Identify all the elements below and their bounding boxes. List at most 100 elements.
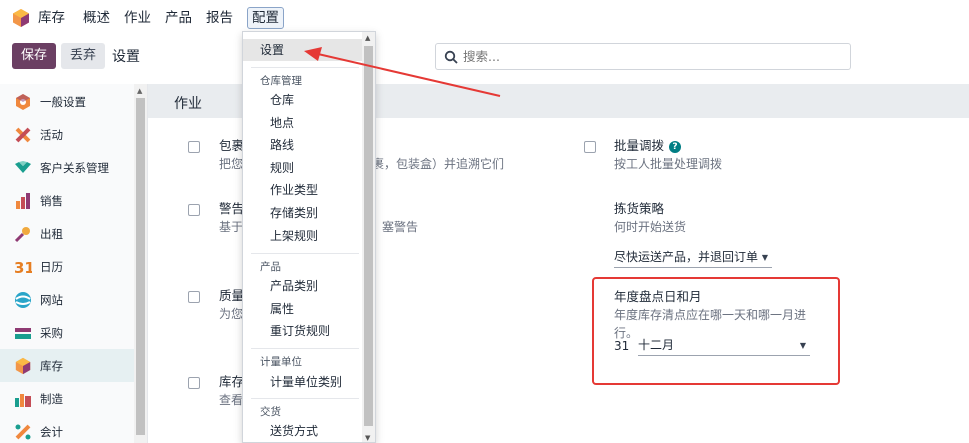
stock-checkbox[interactable] bbox=[188, 377, 200, 389]
setting-packages: 包裹 把您 bbox=[219, 137, 244, 173]
packages-checkbox[interactable] bbox=[188, 141, 200, 153]
sidebar-item-purchase[interactable]: 采购 bbox=[0, 316, 134, 349]
nav-operations[interactable]: 作业 bbox=[124, 8, 151, 28]
setting-quality: 质量 为您 bbox=[219, 287, 244, 323]
settings-icon bbox=[16, 93, 30, 110]
sidebar-item-sales[interactable]: 销售 bbox=[0, 184, 134, 217]
dropdown-list: 设置 仓库管理 仓库 地点 路线 规则 作业类型 存储类别 上架规则 产品 产品… bbox=[243, 32, 363, 442]
setting-desc-suffix: 裹，包装盒）并追溯它们 bbox=[372, 157, 505, 171]
nav-overview[interactable]: 概述 bbox=[83, 8, 110, 28]
scrollbar-thumb[interactable] bbox=[136, 98, 145, 435]
dropdown-item-shipping-methods[interactable]: 送货方式 bbox=[243, 420, 363, 442]
setting-desc: 为您 bbox=[219, 307, 244, 321]
setting-warnings: 警告 基于 bbox=[219, 200, 244, 236]
setting-stock: 库存 查看 bbox=[219, 373, 244, 409]
sidebar-item-label: 库存 bbox=[40, 358, 63, 373]
sidebar-item-label: 网站 bbox=[40, 292, 63, 307]
top-nav: 库存 概述 作业 产品 报告 配置 bbox=[0, 0, 969, 36]
sidebar-item-crm[interactable]: 客户关系管理 bbox=[0, 151, 134, 184]
dropdown-divider bbox=[251, 67, 359, 68]
sidebar-item-general-settings[interactable]: 一般设置 bbox=[0, 85, 134, 118]
dropdown-scrollbar[interactable]: ▲ ▼ bbox=[362, 32, 375, 442]
svg-text:31: 31 bbox=[14, 259, 32, 276]
search-icon bbox=[444, 50, 458, 64]
dropdown-item-settings[interactable]: 设置 bbox=[243, 39, 363, 61]
search-input[interactable] bbox=[463, 49, 823, 64]
sidebar-item-calendar[interactable]: 31 日历 bbox=[0, 250, 134, 283]
sales-icon bbox=[16, 192, 30, 209]
nav-configuration[interactable]: 配置 bbox=[247, 7, 284, 29]
sidebar-item-label: 客户关系管理 bbox=[40, 160, 109, 175]
dropdown-item-warehouses[interactable]: 仓库 bbox=[243, 89, 363, 111]
setting-desc: 何时开始送货 bbox=[614, 220, 687, 234]
setting-title: 库存 bbox=[219, 374, 245, 389]
picking-policy-select[interactable]: 尽快运送产品，并退回订单 ▼ bbox=[614, 248, 772, 268]
dropdown-item-attributes[interactable]: 属性 bbox=[243, 298, 363, 320]
calendar-icon: 31 bbox=[14, 259, 32, 276]
save-button[interactable]: 保存 bbox=[12, 43, 57, 69]
help-icon[interactable]: ? bbox=[669, 141, 682, 153]
nav-products[interactable]: 产品 bbox=[165, 8, 192, 28]
chevron-down-icon: ▼ bbox=[761, 253, 768, 262]
dropdown-item-uom-categories[interactable]: 计量单位类别 bbox=[243, 371, 363, 393]
sidebar-item-inventory[interactable]: 库存 bbox=[0, 349, 134, 382]
discard-button[interactable]: 丢弃 bbox=[61, 43, 106, 69]
page-title: 设置 bbox=[112, 49, 141, 65]
setting-title: 批量调拨? bbox=[614, 137, 722, 155]
sidebar-item-website[interactable]: 网站 bbox=[0, 283, 134, 316]
dropdown-divider bbox=[251, 398, 359, 399]
dropdown-item-locations[interactable]: 地点 bbox=[243, 112, 363, 134]
section-title: 作业 bbox=[174, 96, 202, 112]
activity-icon bbox=[15, 127, 31, 142]
inventory-app-icon[interactable] bbox=[12, 8, 30, 28]
sidebar-scrollbar[interactable]: ▲ bbox=[134, 84, 147, 443]
setting-desc: 查看 bbox=[219, 393, 244, 407]
dropdown-header-products: 产品 bbox=[260, 261, 281, 273]
setting-title: 拣货策略 bbox=[614, 201, 665, 216]
dropdown-item-storage-categories[interactable]: 存储类别 bbox=[243, 202, 363, 224]
configuration-dropdown: 设置 仓库管理 仓库 地点 路线 规则 作业类型 存储类别 上架规则 产品 产品… bbox=[242, 31, 376, 443]
sidebar-item-label: 日历 bbox=[40, 259, 63, 274]
nav-reporting[interactable]: 报告 bbox=[206, 8, 233, 28]
warnings-checkbox[interactable] bbox=[188, 204, 200, 216]
manufacturing-icon bbox=[15, 393, 31, 407]
search-box[interactable] bbox=[435, 43, 851, 70]
sidebar-item-activity[interactable]: 活动 bbox=[0, 118, 134, 151]
sidebar-item-label: 采购 bbox=[40, 325, 63, 340]
scroll-up-icon[interactable]: ▲ bbox=[137, 87, 142, 95]
purchase-icon bbox=[15, 327, 31, 339]
dropdown-item-routes[interactable]: 路线 bbox=[243, 134, 363, 156]
annotation-highlight-box bbox=[592, 277, 840, 385]
setting-desc: 基于 bbox=[219, 220, 244, 234]
accounting-icon bbox=[15, 424, 31, 439]
scrollbar-thumb[interactable] bbox=[364, 46, 373, 426]
dropdown-item-putaway-rules[interactable]: 上架规则 bbox=[243, 225, 363, 247]
dropdown-item-operation-types[interactable]: 作业类型 bbox=[243, 179, 363, 201]
nav-app-name[interactable]: 库存 bbox=[38, 8, 65, 28]
sidebar-item-label: 一般设置 bbox=[40, 94, 86, 109]
sidebar-item-label: 活动 bbox=[40, 127, 63, 142]
rental-icon bbox=[14, 226, 30, 242]
scroll-up-icon[interactable]: ▲ bbox=[365, 34, 370, 42]
setting-title: 质量 bbox=[219, 288, 245, 303]
scroll-down-icon[interactable]: ▼ bbox=[365, 434, 370, 442]
sidebar-item-label: 会计 bbox=[40, 424, 63, 439]
sidebar-item-label: 制造 bbox=[40, 391, 63, 406]
setting-picking-policy: 拣货策略 何时开始送货 尽快运送产品，并退回订单 ▼ bbox=[614, 200, 772, 268]
sidebar-item-rental[interactable]: 出租 bbox=[0, 217, 134, 250]
sidebar-item-label: 销售 bbox=[40, 193, 63, 208]
settings-sidebar: 一般设置 活动 客户关系管理 销售 出租 31 日历 网站 采购 库存 制造 会… bbox=[0, 84, 148, 443]
dropdown-item-product-categories[interactable]: 产品类别 bbox=[243, 275, 363, 297]
dropdown-item-reordering-rules[interactable]: 重订货规则 bbox=[243, 320, 363, 342]
setting-title: 警告 bbox=[219, 201, 245, 216]
crm-icon bbox=[15, 160, 31, 173]
batch-transfer-checkbox[interactable] bbox=[584, 141, 596, 153]
inventory-icon bbox=[15, 357, 31, 374]
quality-checkbox[interactable] bbox=[188, 291, 200, 303]
dropdown-divider bbox=[251, 348, 359, 349]
sidebar-item-manufacturing[interactable]: 制造 bbox=[0, 382, 134, 415]
select-value: 尽快运送产品，并退回订单 bbox=[614, 250, 759, 264]
sidebar-item-accounting[interactable]: 会计 bbox=[0, 415, 134, 443]
dropdown-header-warehouse: 仓库管理 bbox=[260, 75, 302, 87]
dropdown-item-rules[interactable]: 规则 bbox=[243, 157, 363, 179]
